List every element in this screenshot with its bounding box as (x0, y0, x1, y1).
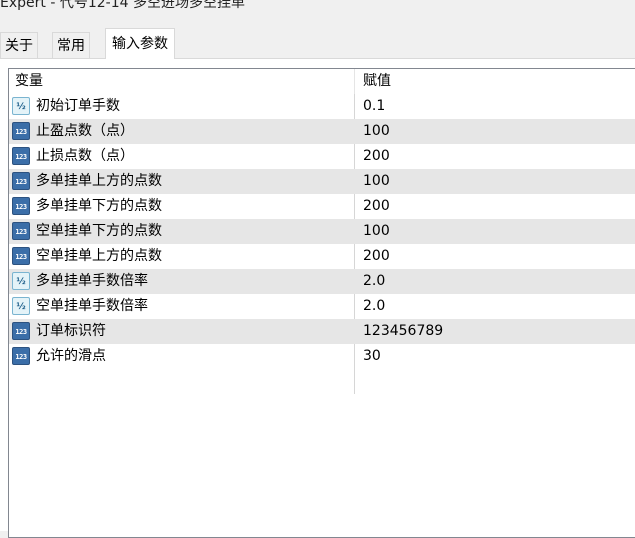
integer-icon: 123 (12, 197, 30, 215)
param-name: 空单挂单手数倍率 (36, 298, 148, 314)
param-name: 空单挂单下方的点数 (36, 223, 162, 239)
param-value: 123456789 (363, 323, 444, 339)
table-row[interactable]: ½ 空单挂单手数倍率 2.0 (9, 294, 635, 319)
param-value-cell[interactable]: 2.0 (359, 294, 635, 319)
grid-header: 变量 赋值 (9, 69, 635, 94)
param-name: 多单挂单下方的点数 (36, 198, 162, 214)
param-name-cell: 123 多单挂单下方的点数 (9, 194, 354, 219)
param-value: 100 (363, 173, 390, 189)
table-row[interactable]: 123 空单挂单上方的点数 200 (9, 244, 635, 269)
param-value: 100 (363, 123, 390, 139)
table-row[interactable]: ½ 初始订单手数 0.1 (9, 94, 635, 119)
param-name-cell: 123 止损点数（点） (9, 144, 354, 169)
tab-about[interactable]: 关于 (0, 32, 38, 58)
integer-icon: 123 (12, 347, 30, 365)
column-header-value-label: 赋值 (363, 73, 391, 89)
param-value-cell[interactable]: 2.0 (359, 269, 635, 294)
param-name: 多单挂单手数倍率 (36, 273, 148, 289)
integer-icon: 123 (12, 222, 30, 240)
param-name: 空单挂单上方的点数 (36, 248, 162, 264)
param-name: 初始订单手数 (36, 98, 120, 114)
param-value: 200 (363, 148, 390, 164)
param-name-cell: 123 允许的滑点 (9, 344, 354, 369)
param-name: 多单挂单上方的点数 (36, 173, 162, 189)
tab-inputs[interactable]: 输入参数 (105, 28, 175, 59)
param-name-cell: 123 空单挂单上方的点数 (9, 244, 354, 269)
integer-icon: 123 (12, 172, 30, 190)
tab-common[interactable]: 常用 (52, 32, 90, 58)
param-value-cell[interactable]: 123456789 (359, 319, 635, 344)
table-row[interactable]: 123 多单挂单下方的点数 200 (9, 194, 635, 219)
inputs-grid: 变量 赋值 ½ 初始订单手数 0.1 123 止盈点数（点） 100 123 止… (8, 68, 635, 538)
param-name: 允许的滑点 (36, 348, 106, 364)
param-value: 30 (363, 348, 381, 364)
param-value-cell[interactable]: 200 (359, 194, 635, 219)
integer-icon: 123 (12, 247, 30, 265)
param-value: 0.1 (363, 98, 386, 114)
window-title: Expert - 代号12-14 多空进场多空挂单 (0, 0, 245, 11)
integer-icon: 123 (12, 122, 30, 140)
param-value-cell[interactable]: 200 (359, 144, 635, 169)
param-value: 200 (363, 198, 390, 214)
param-value-cell[interactable]: 0.1 (359, 94, 635, 119)
fraction-icon: ½ (12, 97, 30, 115)
param-value-cell[interactable]: 100 (359, 169, 635, 194)
integer-icon: 123 (12, 322, 30, 340)
param-name-cell: 123 多单挂单上方的点数 (9, 169, 354, 194)
param-value-cell[interactable]: 100 (359, 219, 635, 244)
param-value: 2.0 (363, 298, 386, 314)
param-name: 订单标识符 (36, 323, 106, 339)
fraction-icon: ½ (12, 297, 30, 315)
column-header-variable[interactable]: 变量 (9, 69, 354, 94)
param-name-cell: 123 止盈点数（点） (9, 119, 354, 144)
title-bar: Expert - 代号12-14 多空进场多空挂单 (0, 0, 635, 18)
param-value-cell[interactable]: 100 (359, 119, 635, 144)
param-name-cell: ½ 初始订单手数 (9, 94, 354, 119)
param-name: 止损点数（点） (36, 148, 134, 164)
table-row[interactable]: 123 止损点数（点） 200 (9, 144, 635, 169)
inputs-panel: 变量 赋值 ½ 初始订单手数 0.1 123 止盈点数（点） 100 123 止… (0, 58, 635, 538)
param-value: 2.0 (363, 273, 386, 289)
header-divider (354, 69, 355, 94)
table-row[interactable]: 123 多单挂单上方的点数 100 (9, 169, 635, 194)
param-value-cell[interactable]: 200 (359, 244, 635, 269)
tab-strip: 关于 常用 输入参数 (0, 28, 635, 60)
table-row[interactable]: 123 止盈点数（点） 100 (9, 119, 635, 144)
param-name-cell: ½ 多单挂单手数倍率 (9, 269, 354, 294)
param-name-cell: ½ 空单挂单手数倍率 (9, 294, 354, 319)
param-value: 100 (363, 223, 390, 239)
table-row[interactable]: 123 空单挂单下方的点数 100 (9, 219, 635, 244)
param-name-cell: 123 空单挂单下方的点数 (9, 219, 354, 244)
fraction-icon: ½ (12, 272, 30, 290)
param-value-cell[interactable]: 30 (359, 344, 635, 369)
param-name-cell: 123 订单标识符 (9, 319, 354, 344)
param-name: 止盈点数（点） (36, 123, 134, 139)
integer-icon: 123 (12, 147, 30, 165)
param-value: 200 (363, 248, 390, 264)
table-row[interactable]: ½ 多单挂单手数倍率 2.0 (9, 269, 635, 294)
column-header-variable-label: 变量 (15, 73, 43, 89)
table-row[interactable]: 123 允许的滑点 30 (9, 344, 635, 369)
table-row[interactable]: 123 订单标识符 123456789 (9, 319, 635, 344)
column-header-value[interactable]: 赋值 (359, 69, 635, 94)
